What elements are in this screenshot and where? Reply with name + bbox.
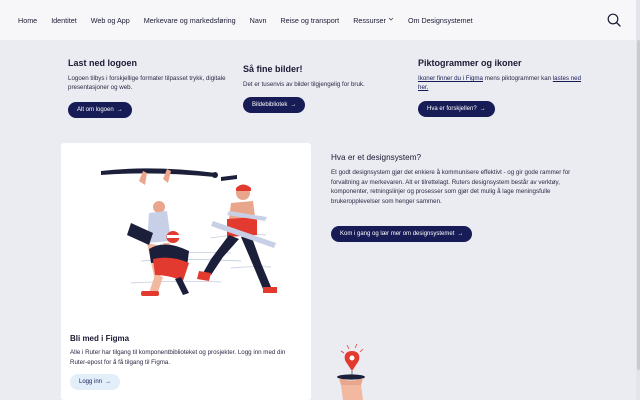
design-system-section: Hva er et designsystem? Et godt designsy… <box>331 153 571 206</box>
figma-card: Bli med i Figma Alle i Ruter har tilgang… <box>61 143 311 400</box>
arrow-right-icon: → <box>457 231 464 237</box>
chevron-down-icon <box>388 16 394 24</box>
logo-section: Last ned logoen Logoen tilbys i forskjel… <box>68 58 238 92</box>
nav-item-ressurser[interactable]: Ressurser <box>353 16 394 25</box>
logo-section-text: Logoen tilbys i forskjellige formater ti… <box>68 75 226 91</box>
nav-item-label: Navn <box>249 15 267 25</box>
login-button-label: Logg inn <box>79 379 103 385</box>
nav-item-reise-og-transport[interactable]: Reise og transport <box>280 16 339 25</box>
people-carrying-illustration <box>101 168 277 296</box>
logo-section-title: Last ned logoen <box>68 58 138 68</box>
nav-item-identitet[interactable]: Identitet <box>51 16 77 25</box>
design-system-button-label: Kom i gang og lær mer om designsystemet <box>340 231 455 237</box>
top-navigation-bar: Home Identitet Web og App Merkevare og m… <box>0 0 640 40</box>
icons-section-text-mid: mens piktogrammer kan <box>483 75 553 82</box>
difference-button[interactable]: Hva er forskjellen? → <box>418 101 495 117</box>
images-section: Så fine bilder! Det er tusenvis av bilde… <box>243 64 413 89</box>
nav-item-label: Ressurser <box>353 15 386 25</box>
image-library-button-label: Bildebibliotek <box>252 102 288 108</box>
nav-item-label: Identitet <box>51 15 77 25</box>
arrow-right-icon: → <box>105 379 112 385</box>
main-nav: Home Identitet Web og App Merkevare og m… <box>18 16 487 25</box>
icons-section-title: Piktogrammer og ikoner <box>418 58 522 68</box>
nav-item-web-og-app[interactable]: Web og App <box>91 16 130 25</box>
difference-button-label: Hva er forskjellen? <box>427 106 477 112</box>
nav-item-om-designsystemet[interactable]: Om Designsystemet <box>408 16 473 25</box>
icons-section-text: Ikoner finner du i Figma mens piktogramm… <box>418 74 588 92</box>
nav-item-navn[interactable]: Navn <box>250 16 267 25</box>
figma-card-title: Bli med i Figma <box>70 334 130 343</box>
logo-button[interactable]: Alt om logoen → <box>68 102 132 118</box>
page-scrollbar[interactable] <box>636 0 640 400</box>
nav-item-label: Merkevare og markedsføring <box>143 15 236 25</box>
design-system-button[interactable]: Kom i gang og lær mer om designsystemet … <box>331 226 473 242</box>
nav-item-label: Web og App <box>90 15 130 25</box>
image-library-button[interactable]: Bildebibliotek → <box>243 97 306 113</box>
design-system-text: Et godt designsystem gjør det enkiere å … <box>331 169 571 205</box>
logo-button-label: Alt om logoen <box>77 107 114 113</box>
images-section-title: Så fine bilder! <box>243 64 303 74</box>
figma-card-text: Alle i Ruter har tilgang til komponentbi… <box>70 349 286 366</box>
arrow-right-icon: → <box>116 107 123 113</box>
hand-holding-pin-illustration <box>337 343 365 400</box>
search-icon <box>607 13 621 27</box>
nav-item-merkevare[interactable]: Merkevare og markedsføring <box>144 16 236 25</box>
images-section-text: Det er tusenvis av bilder tilgjengelig f… <box>243 81 365 88</box>
nav-item-label: Om Designsystemet <box>407 15 473 25</box>
arrow-right-icon: → <box>479 106 486 112</box>
figma-icons-link[interactable]: Ikoner finner du i Figma <box>418 75 483 82</box>
nav-item-home[interactable]: Home <box>18 16 37 25</box>
design-system-title: Hva er et designsystem? <box>331 153 422 162</box>
nav-item-label: Home <box>18 15 38 25</box>
arrow-right-icon: → <box>290 102 297 108</box>
login-button[interactable]: Logg inn → <box>70 374 121 390</box>
search-button[interactable] <box>606 12 622 28</box>
icons-section: Piktogrammer og ikoner Ikoner finner du … <box>418 58 588 92</box>
nav-item-label: Reise og transport <box>280 15 340 25</box>
